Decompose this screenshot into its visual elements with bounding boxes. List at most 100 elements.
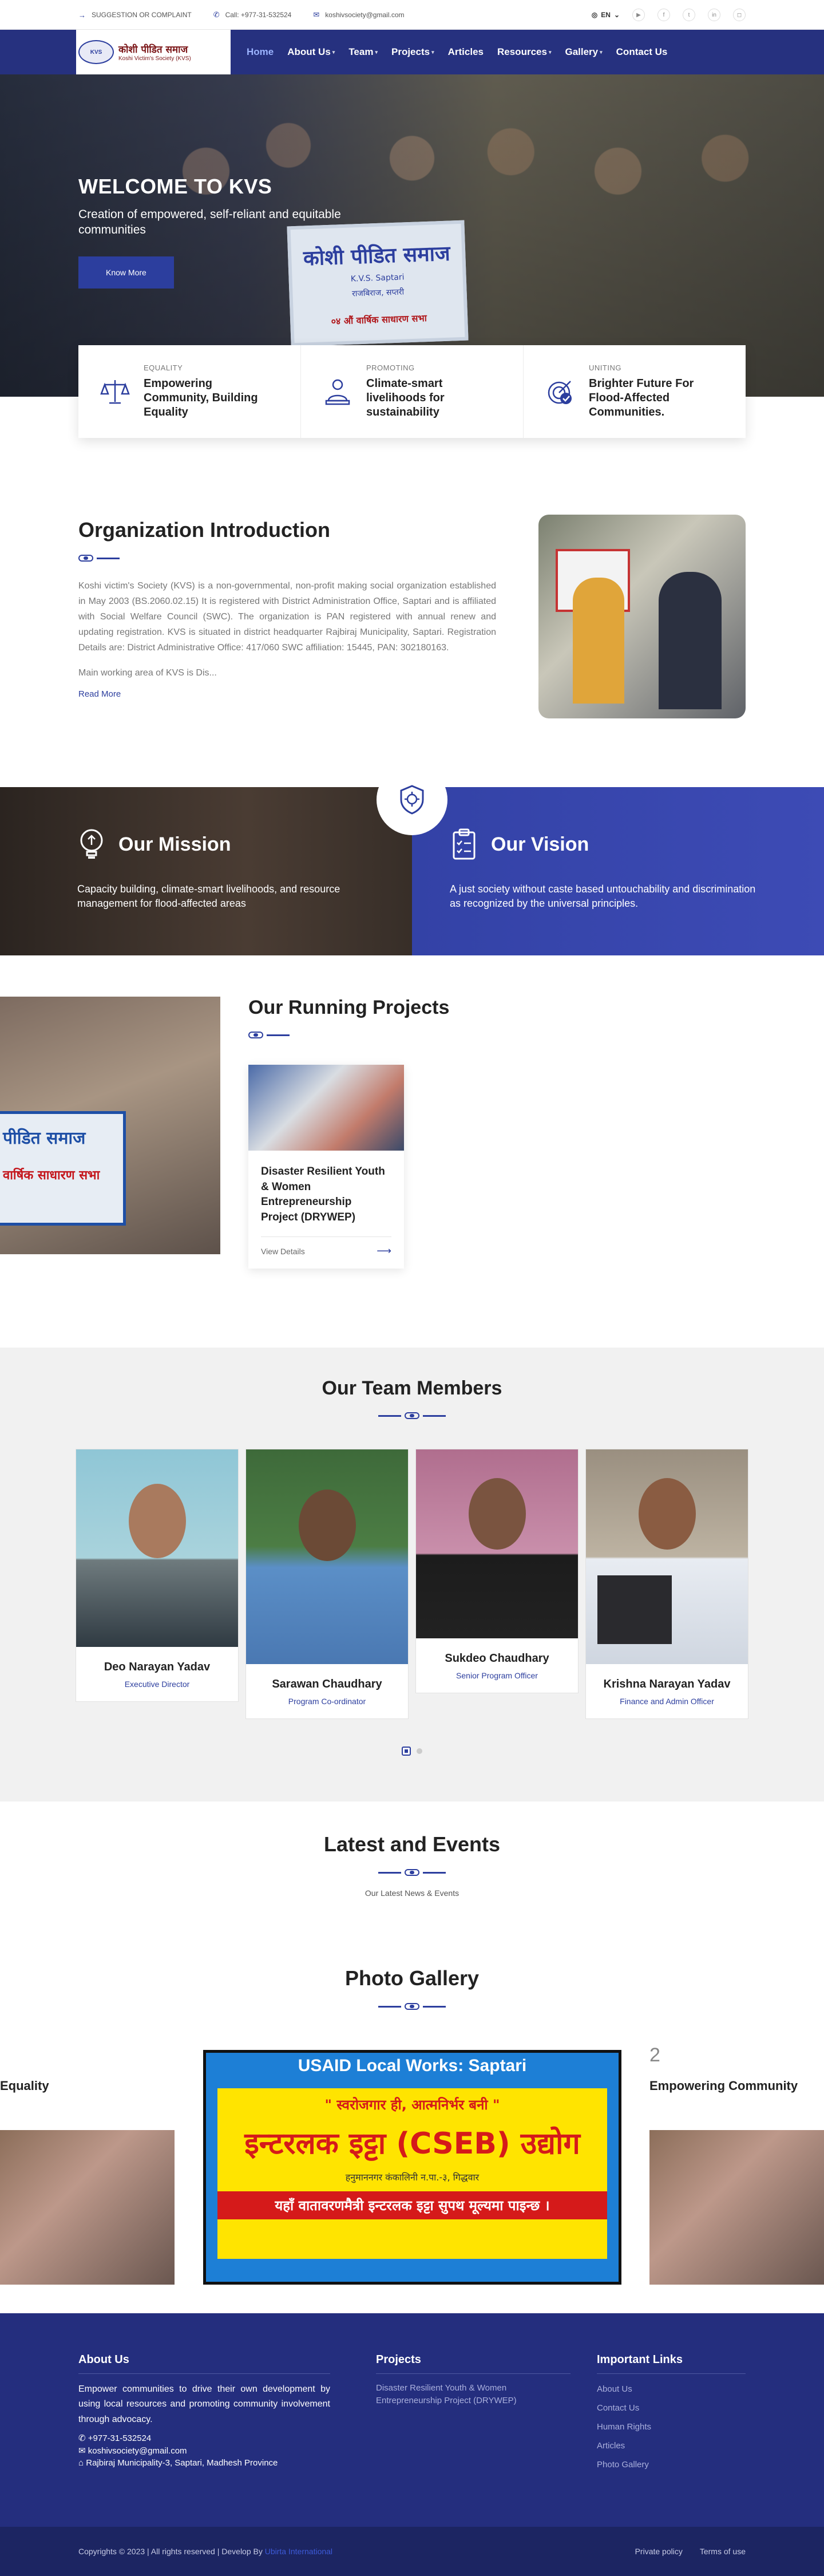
facebook-icon[interactable]: f	[657, 9, 670, 21]
carousel-dots	[0, 1747, 824, 1756]
footer-link-gallery[interactable]: Photo Gallery	[597, 2460, 746, 2470]
gallery-photo	[0, 2130, 175, 2285]
gallery-section: Photo Gallery Equality USAID Local Works…	[0, 1966, 824, 2313]
features-strip: EQUALITY Empowering Community, Building E…	[0, 345, 824, 438]
hero-title: WELCOME TO KVS	[78, 175, 272, 198]
team-section: Our Team Members Deo Narayan Yadav Execut…	[0, 1348, 824, 1801]
intro-paragraph: Koshi victim's Society (KVS) is a non-go…	[78, 581, 496, 653]
twitter-icon[interactable]: t	[683, 9, 695, 21]
nav-resources[interactable]: Resources ▾	[497, 46, 551, 58]
nav-team[interactable]: Team ▾	[348, 46, 378, 58]
logo-seal-icon: KVS	[78, 40, 114, 64]
mission-vision-section: Our Mission Capacity building, climate-s…	[0, 764, 824, 955]
footer-links-heading: Important Links	[597, 2353, 746, 2374]
intro-paragraph-2: Main working area of KVS is Dis...	[78, 668, 217, 678]
nav-projects[interactable]: Projects ▾	[391, 46, 434, 58]
nav-about-us[interactable]: About Us ▾	[287, 46, 335, 58]
target-icon	[544, 374, 576, 409]
call-label: Call: +977-31-532524	[225, 11, 292, 19]
vision-text: A just society without caste based untou…	[450, 883, 756, 910]
gallery-slide-next[interactable]: 2 Empowering Community	[649, 2044, 824, 2285]
call-info[interactable]: ✆ Call: +977-31-532524	[213, 10, 292, 19]
clipboard-icon	[450, 827, 478, 862]
site-footer: About Us Empower communities to drive th…	[0, 2313, 824, 2576]
title-divider	[248, 1032, 449, 1038]
site-logo[interactable]: KVS कोशी पीडित समाज Koshi Victim's Socie…	[76, 30, 231, 74]
privacy-policy-link[interactable]: Private policy	[635, 2547, 683, 2556]
nav-gallery[interactable]: Gallery ▾	[565, 46, 602, 58]
footer-about-heading: About Us	[78, 2353, 330, 2374]
vision-box: Our Vision A just society without caste …	[412, 787, 824, 955]
team-title: Our Team Members	[322, 1377, 502, 1399]
footer-link-contact[interactable]: Contact Us	[597, 2403, 746, 2413]
project-card-image	[248, 1065, 404, 1151]
team-photo	[586, 1449, 748, 1664]
developer-link[interactable]: Ubirta International	[265, 2547, 332, 2556]
footer-link-about[interactable]: About Us	[597, 2384, 746, 2394]
nav-home[interactable]: Home	[247, 46, 274, 58]
person-icon	[322, 374, 354, 409]
team-card[interactable]: Sukdeo Chaudhary Senior Program Officer	[415, 1449, 579, 1693]
terms-link[interactable]: Terms of use	[700, 2547, 746, 2556]
language-selector[interactable]: ◎ EN ⌄	[592, 11, 620, 19]
footer-phone[interactable]: ✆ +977-31-532524	[78, 2433, 330, 2443]
instagram-icon[interactable]: ◻	[733, 9, 746, 21]
team-photo	[246, 1449, 408, 1664]
suggestion-label: SUGGESTION OR COMPLAINT	[92, 11, 192, 19]
main-nav: Home About Us ▾ Team ▾ Projects ▾ Articles …	[247, 46, 681, 58]
projects-section: पीडित समाज वार्षिक साधारण सभा Our Runnin…	[0, 955, 824, 1348]
feature-uniting: UNITING Brighter Future For Flood-Affecte…	[524, 345, 746, 438]
project-card[interactable]: Disaster Resilient Youth & Women Entrepr…	[248, 1065, 404, 1269]
hero-subtitle: Creation of empowered, self-reliant and …	[78, 208, 341, 237]
arrow-right-icon[interactable]: ⟶	[377, 1245, 391, 1257]
footer-address: ⌂ Rajbiraj Municipality-3, Saptari, Madh…	[78, 2458, 278, 2468]
projects-photo: पीडित समाज वार्षिक साधारण सभा	[0, 997, 220, 1254]
phone-icon: ✆	[78, 2433, 88, 2444]
lightbulb-icon	[77, 827, 106, 862]
nav-contact-us[interactable]: Contact Us	[616, 46, 668, 58]
gallery-slide-prev[interactable]: Equality	[0, 2050, 175, 2285]
top-bar: → SUGGESTION OR COMPLAINT ✆ Call: +977-31-…	[0, 0, 824, 30]
footer-email[interactable]: ✉ koshivsociety@gmail.com	[78, 2445, 330, 2456]
shield-badge-icon	[377, 764, 447, 835]
team-card[interactable]: Deo Narayan Yadav Executive Director	[76, 1449, 239, 1702]
feature-promoting: PROMOTING Climate-smart livelihoods for s…	[301, 345, 524, 438]
know-more-button[interactable]: Know More	[78, 256, 174, 289]
linkedin-icon[interactable]: in	[708, 9, 720, 21]
gallery-slide-active[interactable]: USAID Local Works: Saptari " स्वरोजगार ह…	[203, 2050, 621, 2285]
location-icon: ⌂	[78, 2458, 86, 2468]
team-photo	[76, 1449, 238, 1647]
carousel-dot[interactable]	[417, 1748, 422, 1754]
footer-link-articles[interactable]: Articles	[597, 2441, 746, 2451]
title-divider	[78, 555, 496, 562]
carousel-dot-active[interactable]	[402, 1747, 411, 1756]
mission-box: Our Mission Capacity building, climate-s…	[0, 787, 412, 955]
team-card[interactable]: Sarawan Chaudhary Program Co-ordinator	[245, 1449, 409, 1719]
title-divider	[0, 1412, 824, 1419]
logo-english-text: Koshi Victim's Society (KVS)	[118, 56, 191, 62]
team-card[interactable]: Krishna Narayan Yadav Finance and Admin O…	[585, 1449, 748, 1719]
chevron-down-icon: ▾	[600, 49, 603, 55]
chevron-down-icon: ▾	[548, 49, 552, 55]
view-details-link[interactable]: View Details	[261, 1247, 305, 1256]
youtube-icon[interactable]: ▶	[632, 9, 645, 21]
news-title: Latest and Events	[323, 1832, 501, 1856]
email-label: koshivsociety@gmail.com	[325, 11, 405, 19]
project-card-title: Disaster Resilient Youth & Women Entrepr…	[261, 1165, 385, 1223]
footer-project-link[interactable]: Disaster Resilient Youth & Women Entrepr…	[376, 2382, 571, 2407]
title-divider	[0, 2003, 824, 2010]
news-section: Latest and Events Our Latest News & Even…	[0, 1801, 824, 1966]
team-photo	[416, 1449, 578, 1638]
gallery-title: Photo Gallery	[344, 1966, 480, 1990]
title-divider	[0, 1869, 824, 1876]
email-info[interactable]: ✉ koshivsociety@gmail.com	[313, 10, 404, 19]
globe-icon: ◎	[591, 11, 598, 19]
gallery-photo	[649, 2130, 824, 2285]
vision-title: Our Vision	[491, 833, 589, 855]
footer-link-human-rights[interactable]: Human Rights	[597, 2422, 746, 2432]
suggestion-link[interactable]: → SUGGESTION OR COMPLAINT	[78, 11, 192, 19]
nav-articles[interactable]: Articles	[448, 46, 484, 58]
read-more-link[interactable]: Read More	[78, 689, 121, 699]
intro-photo	[538, 515, 746, 718]
phone-icon: ✆	[213, 10, 220, 19]
